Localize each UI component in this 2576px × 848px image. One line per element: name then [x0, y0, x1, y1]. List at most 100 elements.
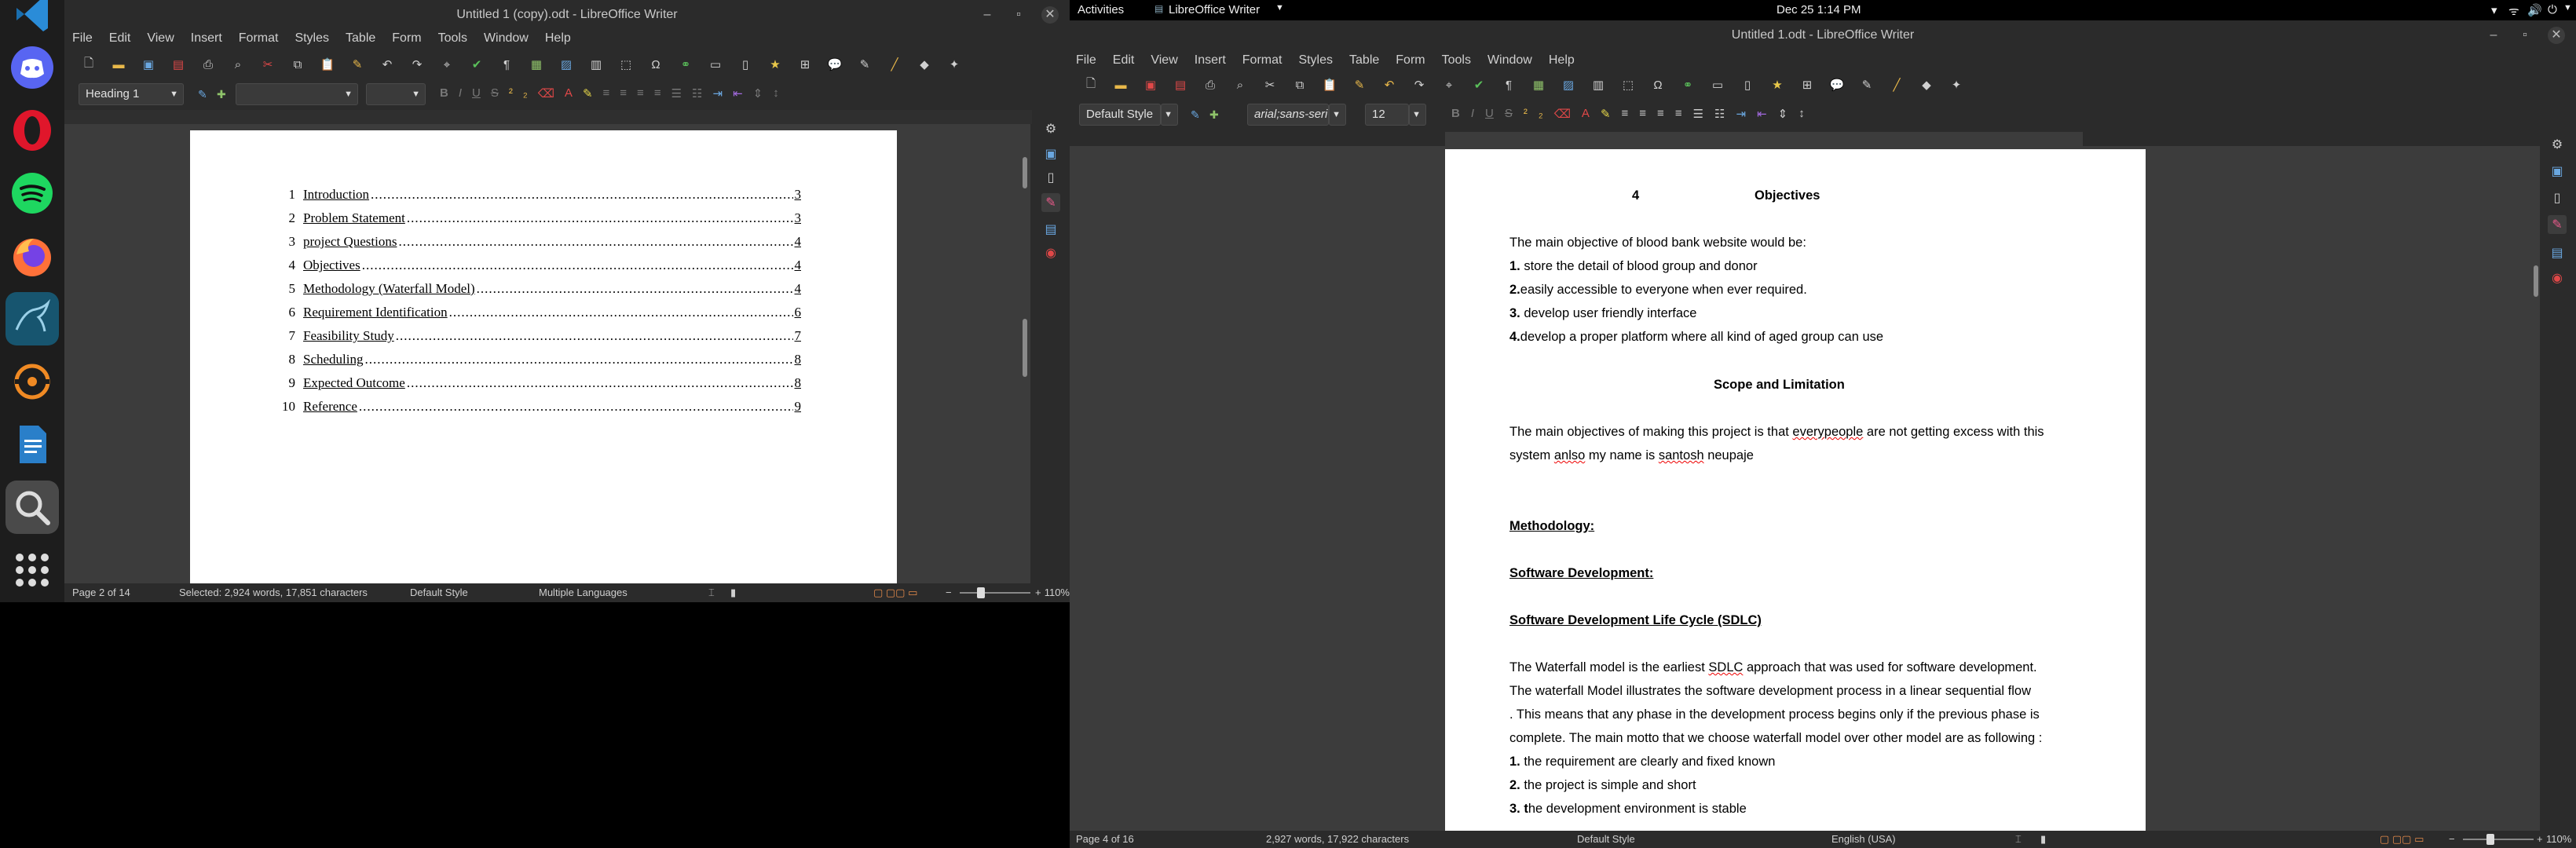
- menu-styles[interactable]: Styles: [295, 31, 329, 46]
- draw-functions-icon[interactable]: ✦: [944, 54, 964, 75]
- navigator-icon[interactable]: ◉: [1041, 243, 1060, 262]
- right-page[interactable]: 4 Objectives The main objective of blood…: [1445, 149, 2146, 831]
- style-inspector-icon[interactable]: ✎: [2548, 215, 2567, 234]
- close-icon[interactable]: ✕: [2548, 27, 2565, 44]
- menu-table[interactable]: Table: [346, 31, 375, 46]
- indent-increase-icon[interactable]: ⇥: [1736, 107, 1746, 121]
- italic-icon[interactable]: I: [1471, 107, 1474, 121]
- left-font-name-select[interactable]: ▼: [236, 83, 358, 105]
- styles-icon[interactable]: ▣: [2548, 162, 2567, 181]
- menu-view[interactable]: View: [147, 31, 174, 46]
- align-center-icon[interactable]: ≡: [1639, 107, 1646, 121]
- left-zoom-level[interactable]: 110%: [1038, 587, 1070, 598]
- app-menu-button[interactable]: LibreOffice Writer: [1169, 3, 1260, 16]
- print-icon[interactable]: ⎙: [1200, 75, 1220, 95]
- menu-help[interactable]: Help: [545, 31, 571, 46]
- style-inspector-icon[interactable]: ✎: [1041, 193, 1060, 212]
- cut-icon[interactable]: ✂: [1260, 75, 1280, 95]
- spelling-icon[interactable]: ✔: [1469, 75, 1489, 95]
- align-right-icon[interactable]: ≡: [637, 86, 644, 101]
- save-icon[interactable]: ▣: [1140, 75, 1161, 95]
- undo-icon[interactable]: ↶: [1379, 75, 1400, 95]
- insert-line-icon[interactable]: ╱: [1886, 75, 1907, 95]
- copy-icon[interactable]: ⧉: [1290, 75, 1310, 95]
- menu-tools[interactable]: Tools: [1442, 53, 1471, 68]
- formatting-marks-icon[interactable]: ¶: [1498, 75, 1519, 95]
- save-icon[interactable]: ▣: [138, 54, 159, 75]
- right-language[interactable]: English (USA): [1831, 833, 1896, 845]
- view-layout-icons[interactable]: ▢ ▢▢ ▭: [873, 587, 917, 599]
- insert-bookmark-icon[interactable]: ★: [1767, 75, 1787, 95]
- power-icon[interactable]: ⏻: [2548, 3, 2557, 16]
- insert-hyperlink-icon[interactable]: ⚭: [1678, 75, 1698, 95]
- network-icon[interactable]: ᯤ: [2508, 3, 2519, 19]
- bullets-icon[interactable]: ☰: [1693, 107, 1703, 121]
- insert-cross-reference-icon[interactable]: ⊞: [795, 54, 815, 75]
- page-icon[interactable]: ▯: [2548, 188, 2567, 207]
- insert-mode-icon[interactable]: ⌶: [708, 587, 715, 599]
- insert-footnote-icon[interactable]: ▭: [705, 54, 726, 75]
- right-page-count[interactable]: Page 4 of 16: [1076, 833, 1134, 845]
- right-ruler[interactable]: [1445, 132, 2083, 146]
- new-document-icon[interactable]: 🗋: [1081, 75, 1101, 95]
- font-color-icon[interactable]: A: [565, 86, 573, 101]
- selection-mode-icon[interactable]: ▮: [2040, 833, 2046, 846]
- toc-entry[interactable]: 8 Scheduling ...........................…: [278, 352, 802, 375]
- discord-icon[interactable]: [5, 41, 59, 94]
- toc-entry[interactable]: 1 Introduction .........................…: [278, 187, 802, 210]
- insert-special-char-icon[interactable]: Ω: [1648, 75, 1668, 95]
- toc-entry[interactable]: 9 Expected Outcome .....................…: [278, 375, 802, 399]
- menu-format[interactable]: Format: [239, 31, 279, 46]
- insert-mode-icon[interactable]: ⌶: [2015, 833, 2022, 846]
- basic-shapes-icon[interactable]: ◆: [1916, 75, 1937, 95]
- menu-insert[interactable]: Insert: [191, 31, 222, 46]
- new-style-icon[interactable]: ✚: [217, 88, 226, 101]
- right-zoom-level[interactable]: 110%: [2546, 833, 2571, 845]
- insert-footnote-icon[interactable]: ▭: [1707, 75, 1728, 95]
- font-name-dropdown-button[interactable]: ▼: [1329, 104, 1346, 126]
- close-icon[interactable]: ✕: [1041, 6, 1059, 24]
- clear-formatting-icon[interactable]: ⌫: [1554, 107, 1571, 121]
- strikethrough-icon[interactable]: S: [491, 86, 499, 101]
- find-replace-icon[interactable]: ⌖: [1439, 75, 1459, 95]
- system-menu-icon[interactable]: ▾: [2491, 3, 2497, 17]
- cut-icon[interactable]: ✂: [258, 54, 278, 75]
- copy-icon[interactable]: ⧉: [287, 54, 308, 75]
- maximize-icon[interactable]: ▫: [1010, 6, 1027, 24]
- align-left-icon[interactable]: ≡: [1622, 107, 1629, 121]
- menu-styles[interactable]: Styles: [1298, 53, 1333, 68]
- libreoffice-writer-icon[interactable]: [5, 418, 59, 471]
- update-style-icon[interactable]: ✎: [1191, 108, 1200, 122]
- left-page-style[interactable]: Default Style: [410, 587, 468, 598]
- left-titlebar[interactable]: Untitled 1 (copy).odt - LibreOffice Writ…: [64, 0, 1070, 30]
- clear-formatting-icon[interactable]: ⌫: [538, 86, 554, 101]
- find-replace-icon[interactable]: ⌖: [437, 54, 457, 75]
- undo-icon[interactable]: ↶: [377, 54, 397, 75]
- insert-table-icon[interactable]: ▦: [1528, 75, 1549, 95]
- left-zoom-slider-handle[interactable]: [977, 587, 985, 598]
- toc-entry[interactable]: 10 Reference ...........................…: [278, 399, 801, 422]
- update-style-icon[interactable]: ✎: [198, 88, 207, 101]
- draw-functions-icon[interactable]: ✦: [1946, 75, 1967, 95]
- spelling-icon[interactable]: ✔: [467, 54, 487, 75]
- toc-entry[interactable]: 4 Objectives ...........................…: [278, 258, 802, 281]
- right-font-size-select[interactable]: 12: [1365, 104, 1409, 126]
- toc-entry[interactable]: 6 Requirement Identification ...........…: [278, 305, 802, 328]
- paragraph-spacing-icon[interactable]: ⇕: [753, 86, 763, 101]
- left-word-count[interactable]: Selected: 2,924 words, 17,851 characters: [179, 587, 368, 598]
- align-left-icon[interactable]: ≡: [603, 86, 610, 101]
- indent-decrease-icon[interactable]: ⇤: [1757, 107, 1767, 121]
- menu-edit[interactable]: Edit: [1113, 53, 1135, 68]
- view-layout-icons[interactable]: ▢ ▢▢ ▭: [2380, 833, 2424, 846]
- page-icon[interactable]: ▯: [1041, 168, 1060, 187]
- insert-line-icon[interactable]: ╱: [884, 54, 905, 75]
- line-spacing-icon[interactable]: ↕: [773, 86, 779, 101]
- zoom-in-icon[interactable]: +: [2537, 833, 2543, 845]
- left-paragraph-style-select[interactable]: Heading 1 ▼: [79, 83, 184, 105]
- right-scrollbar-thumb[interactable]: [2534, 265, 2538, 297]
- paste-icon[interactable]: 📋: [317, 54, 338, 75]
- toc-entry[interactable]: 7 Feasibility Study ....................…: [278, 328, 802, 352]
- toc-entry[interactable]: 2 Problem Statement ....................…: [278, 210, 802, 234]
- superscript-icon[interactable]: ²: [1524, 107, 1528, 121]
- maximize-icon[interactable]: ▫: [2516, 27, 2534, 44]
